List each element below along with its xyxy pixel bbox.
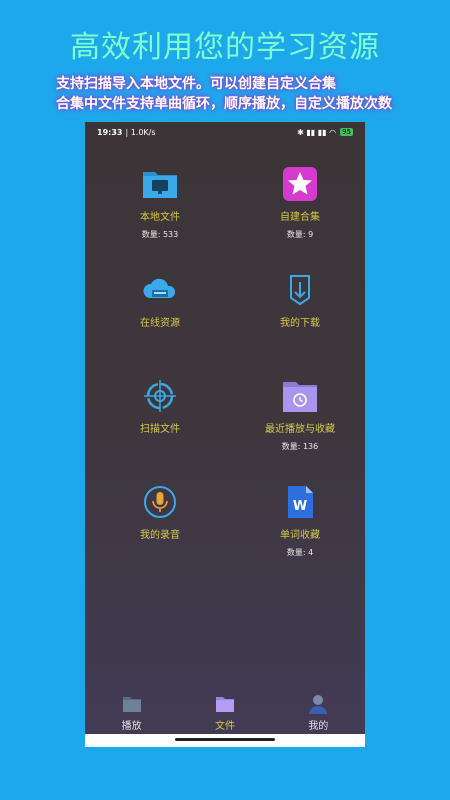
status-right: ✱ ▮▮ ▮▮ ◠ 95: [297, 128, 353, 137]
status-signal-icons: ✱ ▮▮ ▮▮ ◠: [297, 127, 337, 137]
battery-icon: 95: [340, 128, 353, 136]
system-nav-bar: [85, 734, 365, 747]
tab-label: 我的: [308, 721, 329, 732]
microphone-icon: [144, 486, 176, 518]
star-icon: [283, 167, 317, 201]
home-indicator[interactable]: [175, 738, 275, 741]
tile-count: 数量: 9: [286, 230, 314, 239]
tile-count: 数量: 4: [286, 548, 314, 557]
person-icon: [309, 695, 328, 714]
promo-line-1: 支持扫描导入本地文件。可以创建自定义合集: [56, 76, 336, 92]
word-doc-icon: W: [288, 486, 313, 518]
tab-label: 播放: [121, 721, 142, 732]
tab-play[interactable]: 播放: [85, 687, 178, 737]
recent-folder-icon: [283, 382, 317, 412]
promo-subtitle: 支持扫描导入本地文件。可以创建自定义合集 合集中文件支持单曲循环，顺序播放，自定…: [56, 74, 436, 114]
promo-title: 高效利用您的学习资源: [70, 30, 380, 65]
promo-line-2: 合集中文件支持单曲循环，顺序播放，自定义播放次数: [56, 96, 392, 112]
bottom-tab-bar: 播放 文件 我的: [85, 687, 365, 737]
folder-monitor-icon: [143, 172, 177, 198]
svg-text:W: W: [293, 499, 307, 514]
tab-files[interactable]: 文件: [178, 687, 271, 737]
tab-mine[interactable]: 我的: [272, 687, 365, 737]
tile-label: 我的下载: [280, 318, 320, 329]
tile-scan-files[interactable]: 扫描文件: [90, 376, 230, 435]
tile-label: 自建合集: [280, 212, 320, 223]
tile-label: 最近播放与收藏: [265, 424, 335, 435]
tile-label: 单词收藏: [280, 530, 320, 541]
tile-count: 数量: 136: [281, 442, 319, 451]
tile-my-downloads[interactable]: 我的下载: [230, 270, 365, 329]
tile-recent-and-favorites[interactable]: 最近播放与收藏 数量: 136: [230, 376, 365, 452]
cloud-icon: [143, 278, 176, 298]
tile-word-favorites[interactable]: W 单词收藏 数量: 4: [230, 482, 365, 558]
folder-play-icon: [122, 697, 141, 712]
download-icon: [290, 275, 310, 306]
tile-label: 本地文件: [140, 212, 180, 223]
status-bar: 19:33 | 1.0K/s ✱ ▮▮ ▮▮ ◠ 95: [85, 122, 365, 142]
phone-screen: 19:33 | 1.0K/s ✱ ▮▮ ▮▮ ◠ 95 本地文件 数量: 533…: [85, 122, 365, 747]
tile-custom-collection[interactable]: 自建合集 数量: 9: [230, 164, 365, 240]
tile-online-resources[interactable]: 在线资源: [90, 270, 230, 329]
folder-icon: [215, 697, 234, 712]
tile-local-files[interactable]: 本地文件 数量: 533: [90, 164, 230, 240]
tile-label: 我的录音: [140, 530, 180, 541]
tab-label: 文件: [214, 721, 235, 732]
tile-label: 扫描文件: [140, 424, 180, 435]
scan-icon: [144, 380, 176, 412]
status-net-speed: | 1.0K/s: [125, 127, 156, 137]
tile-my-recordings[interactable]: 我的录音: [90, 482, 230, 541]
tile-label: 在线资源: [140, 318, 180, 329]
status-time: 19:33: [97, 127, 123, 137]
tile-count: 数量: 533: [141, 230, 179, 239]
